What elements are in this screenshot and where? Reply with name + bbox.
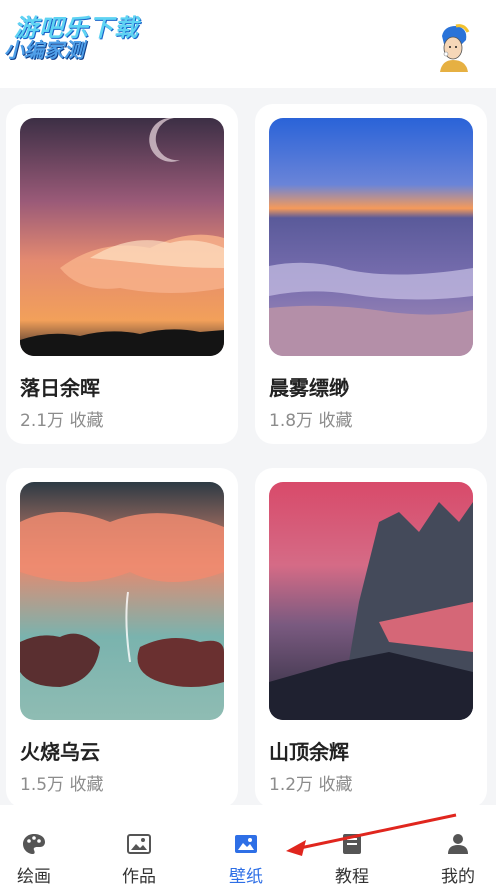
tab-profile[interactable]: 我的: [418, 805, 496, 895]
app-header: 游吧乐下载 小编家测: [0, 0, 496, 88]
avatar[interactable]: [432, 22, 476, 72]
tab-label: 壁纸: [229, 867, 263, 887]
wallpaper-thumbnail[interactable]: [269, 118, 473, 356]
person-icon: [448, 834, 468, 854]
bottom-tab-bar: 绘画 作品 壁纸 教程 我的: [0, 805, 496, 895]
card-title: 火烧乌云: [20, 740, 100, 764]
tab-label: 教程: [335, 867, 369, 887]
wallpaper-thumbnail[interactable]: [20, 482, 224, 720]
card-title: 落日余晖: [20, 376, 100, 400]
palette-icon: [23, 834, 45, 854]
tab-label: 绘画: [17, 867, 51, 887]
favorite-count: 1.8万 收藏: [269, 411, 353, 431]
wallpaper-card[interactable]: 落日余晖 2.1万 收藏: [6, 104, 238, 444]
image-icon: [235, 835, 257, 853]
wallpaper-thumbnail[interactable]: [20, 118, 224, 356]
gallery-icon: [127, 834, 151, 854]
tab-tutorial[interactable]: 教程: [312, 805, 392, 895]
favorite-count: 1.5万 收藏: [20, 775, 104, 795]
tab-label: 我的: [441, 867, 475, 887]
tab-wallpaper[interactable]: 壁纸: [206, 805, 286, 895]
wallpaper-card[interactable]: 山顶余辉 1.2万 收藏: [255, 468, 487, 808]
book-icon: [343, 834, 361, 854]
card-title: 山顶余辉: [269, 740, 349, 764]
favorite-count: 1.2万 收藏: [269, 775, 353, 795]
wallpaper-thumbnail[interactable]: [269, 482, 473, 720]
tab-drawing[interactable]: 绘画: [0, 805, 74, 895]
tab-label: 作品: [122, 867, 156, 887]
card-title: 晨雾缥缈: [269, 376, 349, 400]
wallpaper-card[interactable]: 晨雾缥缈 1.8万 收藏: [255, 104, 487, 444]
logo-subtext: 小编家测: [4, 38, 84, 62]
wallpaper-card[interactable]: 火烧乌云 1.5万 收藏: [6, 468, 238, 808]
favorite-count: 2.1万 收藏: [20, 411, 104, 431]
tab-works[interactable]: 作品: [99, 805, 179, 895]
